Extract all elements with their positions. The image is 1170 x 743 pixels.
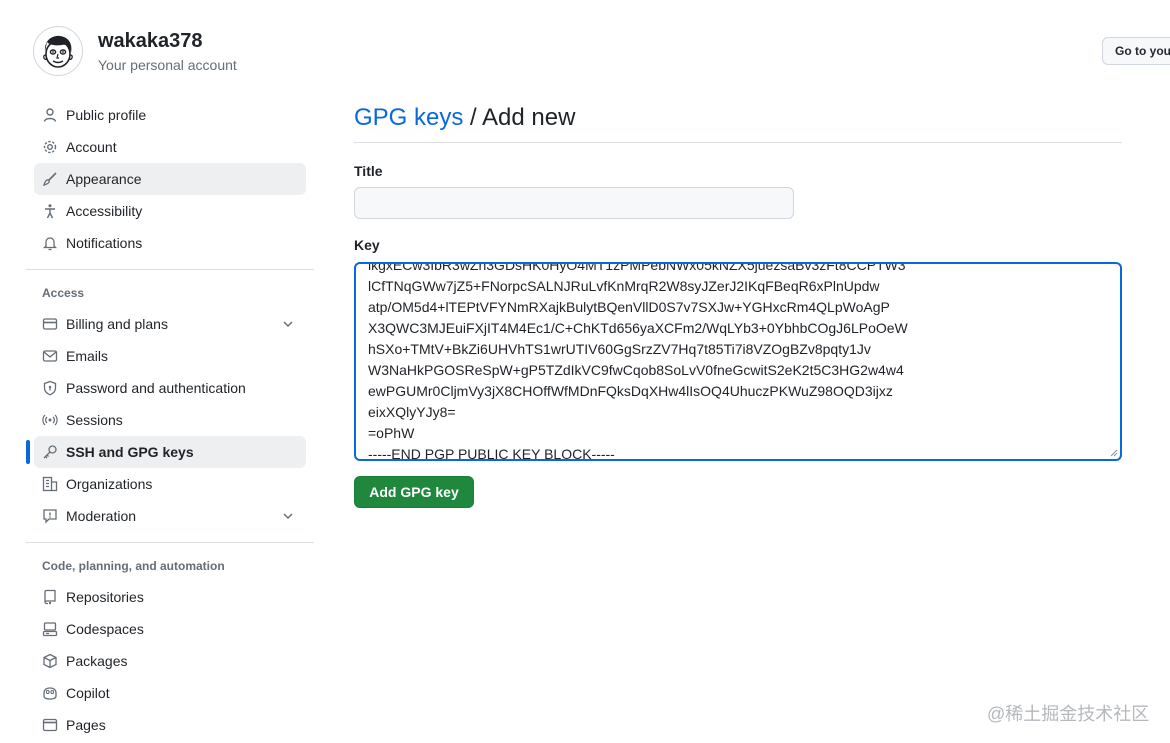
sidebar-item-label: Sessions [66, 412, 123, 428]
paintbrush-icon [42, 171, 58, 187]
key-line: ewPGUMr0CljmVy3jX8CHOffWfMDnFQksDqXHw4lI… [368, 383, 893, 399]
breadcrumb-current: Add new [482, 104, 576, 131]
sidebar-item-label: Password and authentication [66, 380, 246, 396]
sidebar-item-account[interactable]: Account [34, 131, 306, 163]
title-label: Title [354, 163, 383, 179]
organization-icon [42, 476, 58, 492]
sidebar-item-password[interactable]: Password and authentication [34, 372, 306, 404]
user-header: wakaka378 Your personal account [33, 26, 237, 76]
codespaces-icon [42, 621, 58, 637]
sidebar-item-appearance[interactable]: Appearance [34, 163, 306, 195]
key-icon [42, 444, 58, 460]
sidebar-item-notifications[interactable]: Notifications [34, 227, 306, 259]
sidebar-item-label: Accessibility [66, 203, 143, 219]
breadcrumb-separator: / [463, 104, 483, 131]
sidebar-item-label: Billing and plans [66, 316, 168, 332]
sidebar-item-emails[interactable]: Emails [34, 340, 306, 372]
repo-icon [42, 589, 58, 605]
sidebar-item-moderation[interactable]: Moderation [34, 500, 306, 532]
browser-icon [42, 717, 58, 733]
sidebar-item-ssh-gpg-keys[interactable]: SSH and GPG keys [26, 436, 306, 468]
main-content: GPG keys / Add new Title Key lkgxECw3IbR… [354, 102, 1122, 508]
sidebar-item-label: Codespaces [66, 621, 144, 637]
key-textarea[interactable]: lkgxECw3IbR3wZn3GDsHK0HyO4MT1zPMPebNWx05… [354, 262, 1122, 461]
sidebar-item-label: Packages [66, 653, 128, 669]
sidebar-item-public-profile[interactable]: Public profile [34, 99, 306, 131]
user-text: wakaka378 Your personal account [98, 28, 237, 75]
page-title: GPG keys / Add new [354, 102, 1122, 143]
sidebar-item-label: Pages [66, 717, 106, 733]
sidebar-item-pages[interactable]: Pages [34, 709, 306, 741]
copilot-icon [42, 685, 58, 701]
add-gpg-key-button[interactable]: Add GPG key [354, 476, 474, 508]
shield-lock-icon [42, 380, 58, 396]
sidebar-item-label: Notifications [66, 235, 143, 251]
avatar[interactable] [33, 26, 83, 76]
sidebar-item-label: Copilot [66, 685, 110, 701]
sidebar-item-label: Public profile [66, 107, 147, 123]
sidebar-item-organizations[interactable]: Organizations [34, 468, 306, 500]
bell-icon [42, 235, 58, 251]
sidebar-item-label: Moderation [66, 508, 137, 524]
sidebar-item-label: Account [66, 139, 117, 155]
sidebar-item-sessions[interactable]: Sessions [34, 404, 306, 436]
package-icon [42, 653, 58, 669]
key-line: lCfTNqGWw7jZ5+FNorpcSALNJRuLvfKnMrqR2W8s… [368, 278, 880, 294]
key-text: lkgxECw3IbR3wZn3GDsHK0HyO4MT1zPMPebNWx05… [368, 262, 908, 461]
sidebar-item-packages[interactable]: Packages [34, 645, 306, 677]
key-line: eixXQlyYJy8= [368, 404, 456, 420]
sidebar-item-label: SSH and GPG keys [66, 444, 194, 460]
sidebar-item-copilot[interactable]: Copilot [34, 677, 306, 709]
chevron-down-icon[interactable] [280, 316, 296, 332]
gear-icon [42, 139, 58, 155]
chevron-down-icon[interactable] [280, 508, 296, 524]
go-to-profile-button[interactable]: Go to your personal profile [1102, 37, 1170, 65]
sidebar-divider [26, 542, 314, 543]
sidebar-item-billing[interactable]: Billing and plans [34, 308, 306, 340]
sidebar-item-label: Repositories [66, 589, 144, 605]
sidebar-divider [26, 269, 314, 270]
key-line: hSXo+TMtV+BkZi6UHVhTS1wrUTIV60GgSrzZV7Hq… [368, 341, 871, 357]
sidebar-group-access-title: Access [42, 286, 85, 300]
sidebar-item-repositories[interactable]: Repositories [34, 581, 306, 613]
sidebar-item-label: Appearance [66, 171, 142, 187]
current-indicator [26, 440, 30, 464]
sidebar-item-label: Emails [66, 348, 109, 364]
resize-grip-icon[interactable] [1110, 449, 1118, 457]
credit-card-icon [42, 316, 58, 332]
mail-icon [42, 348, 58, 364]
breadcrumb-gpg-keys-link[interactable]: GPG keys [354, 104, 463, 131]
key-label: Key [354, 237, 380, 253]
key-line: atp/OM5d4+lTEPtVFYNmRXajkBulytBQenVllD0S… [368, 299, 890, 315]
key-line: =oPhW [368, 425, 415, 441]
title-input[interactable] [354, 187, 794, 219]
broadcast-icon [42, 412, 58, 428]
settings-sidebar: Public profile Account Appearance Access… [26, 99, 314, 741]
key-line: -----END PGP PUBLIC KEY BLOCK----- [368, 446, 615, 461]
key-line: lkgxECw3IbR3wZn3GDsHK0HyO4MT1zPMPebNWx05… [368, 262, 906, 273]
key-line: X3QWC3MJEuiFXjIT4M4Ec1/C+ChKTd656yaXCFm2… [368, 320, 908, 336]
key-line: W3NaHkPGOSReSpW+gP5TZdIkVC9fwCqob8SoLvV0… [368, 362, 904, 378]
person-icon [42, 107, 58, 123]
sidebar-item-accessibility[interactable]: Accessibility [34, 195, 306, 227]
sidebar-item-codespaces[interactable]: Codespaces [34, 613, 306, 645]
sidebar-item-label: Organizations [66, 476, 153, 492]
watermark: @稀土掘金技术社区 [987, 704, 1150, 724]
avatar-face-icon [43, 35, 73, 68]
account-subtitle: Your personal account [98, 56, 237, 73]
report-icon [42, 508, 58, 524]
sidebar-group-code-title: Code, planning, and automation [42, 559, 225, 573]
username[interactable]: wakaka378 [98, 28, 237, 54]
accessibility-icon [42, 203, 58, 219]
